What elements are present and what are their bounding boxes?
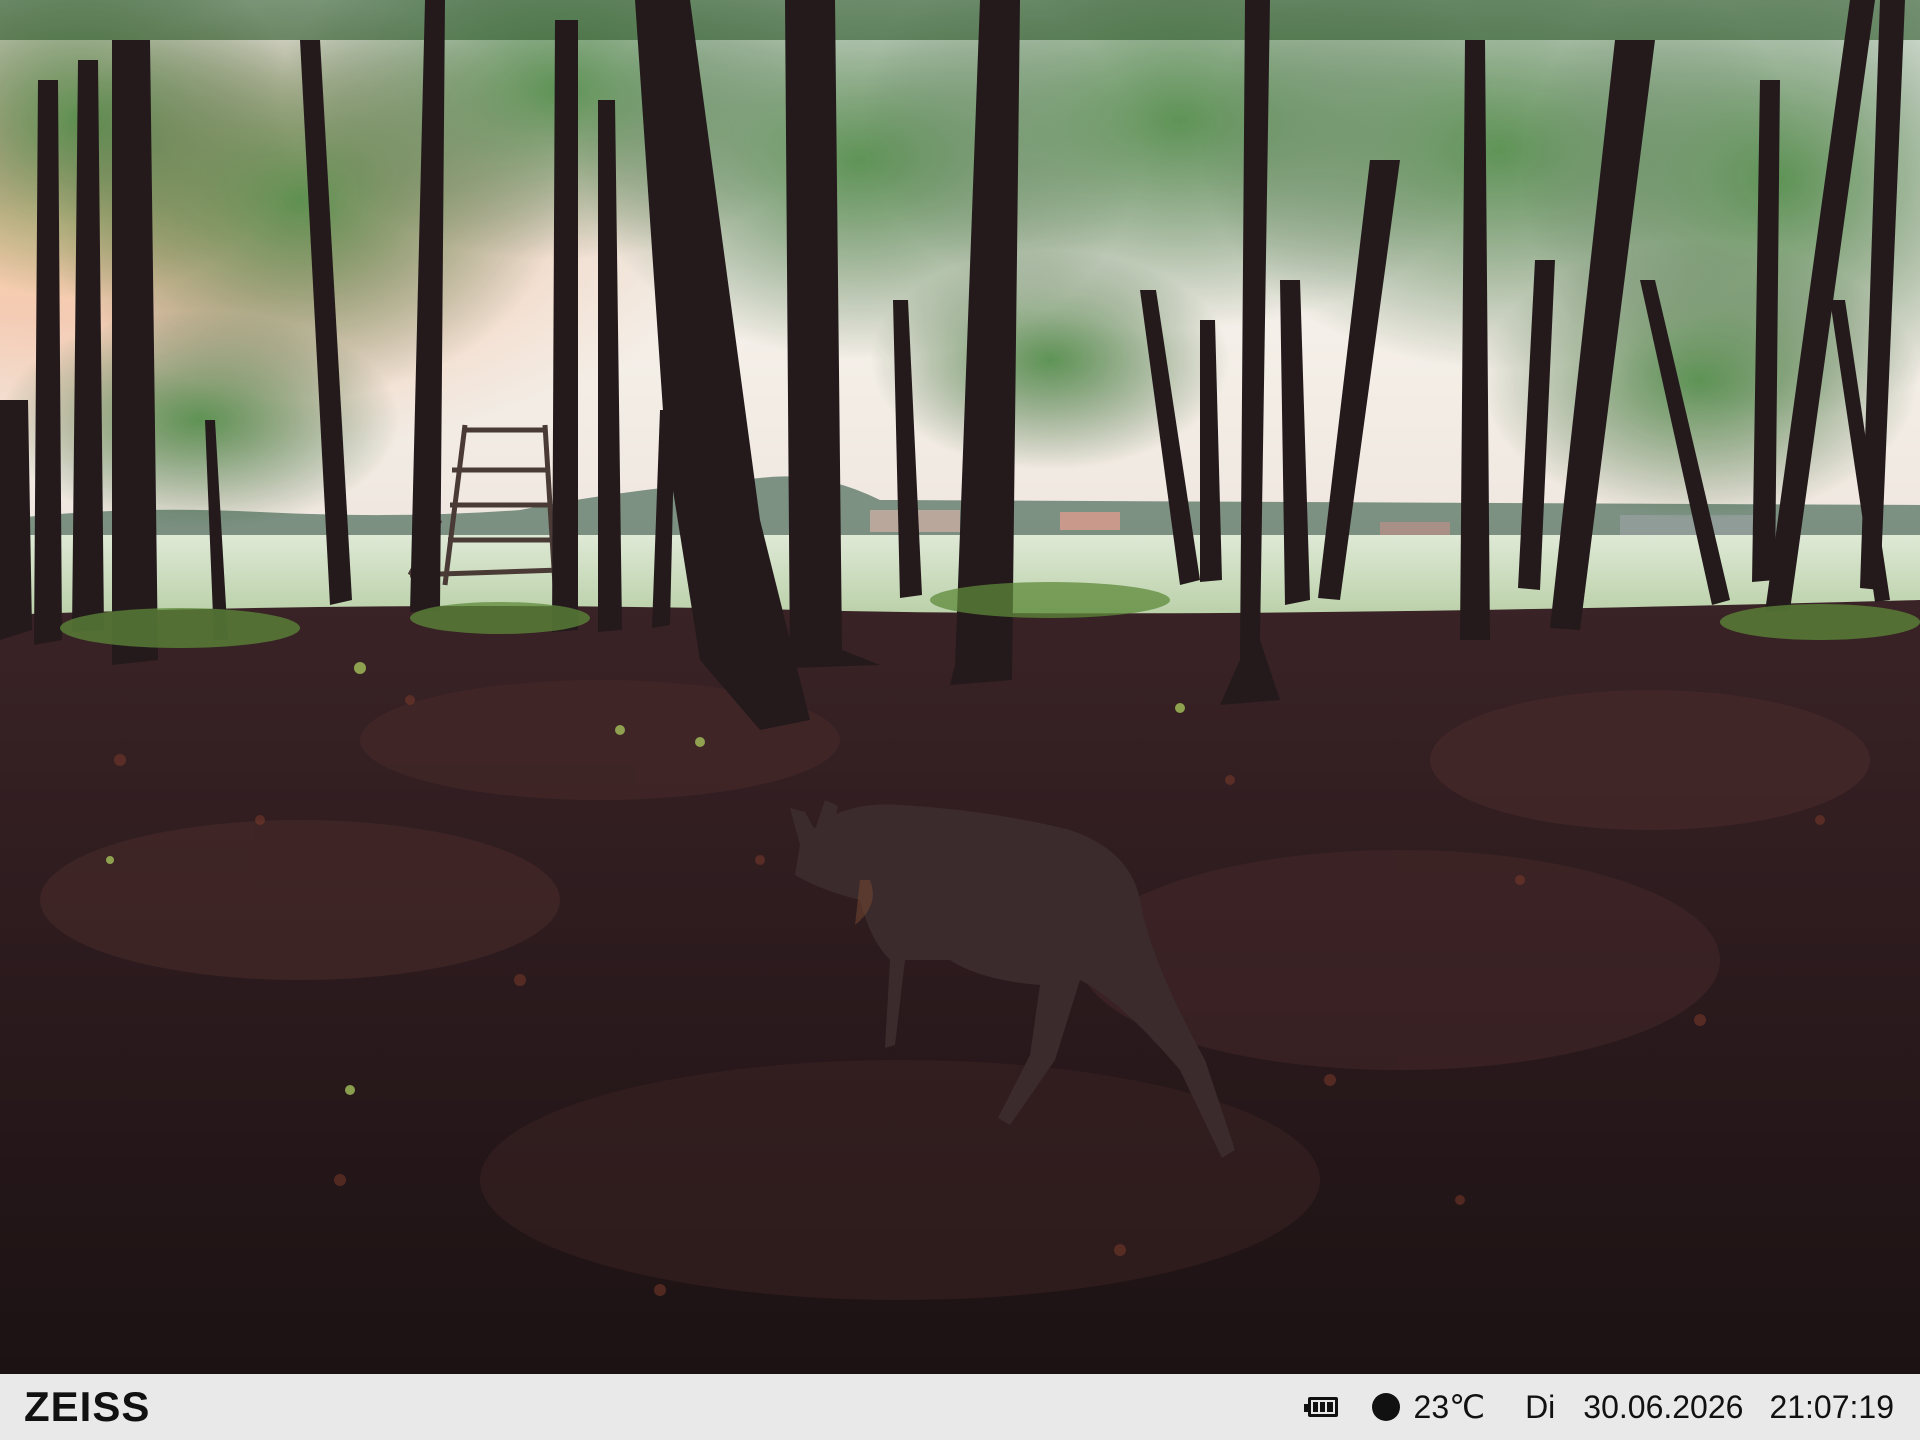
temperature-readout: 23℃ [1413, 1389, 1486, 1425]
weekday-readout: Di [1525, 1388, 1556, 1425]
forest-scene [0, 0, 1920, 1374]
camera-info-bar: ZEISS 23℃ Di 30.06.2026 21:07:19 [0, 1374, 1920, 1440]
camera-readouts: 23℃ Di 30.06.2026 21:07:19 [1303, 1388, 1894, 1426]
date-readout: 30.06.2026 [1583, 1388, 1744, 1425]
moon-phase-icon [1371, 1393, 1400, 1421]
brand-logo: ZEISS [24, 1383, 151, 1430]
trail-camera-photo [0, 0, 1920, 1374]
time-readout: 21:07:19 [1769, 1388, 1894, 1425]
battery-icon [1303, 1397, 1338, 1417]
